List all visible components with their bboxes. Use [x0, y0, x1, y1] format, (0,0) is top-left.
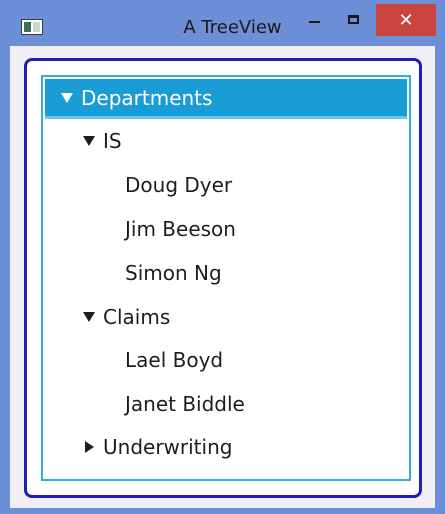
close-icon: ✕ — [398, 9, 414, 31]
expanded-arrow-icon[interactable] — [83, 312, 95, 322]
tree-node-janet-biddle[interactable]: Janet Biddle — [43, 384, 409, 424]
tree-node-label: Jim Beeson — [125, 217, 236, 241]
tree-node-label: Simon Ng — [125, 261, 222, 285]
tree-node-label: Departments — [81, 85, 213, 110]
tree-node-label: Underwriting — [103, 435, 233, 459]
tree-node-simon-ng[interactable]: Simon Ng — [43, 253, 409, 293]
outer-border-frame: Departments IS Doug Dyer Jim Beeson Simo… — [24, 58, 422, 498]
expanded-arrow-icon[interactable] — [61, 92, 73, 103]
tree-view[interactable]: Departments IS Doug Dyer Jim Beeson Simo… — [41, 75, 411, 481]
tree-node-jim-beeson[interactable]: Jim Beeson — [43, 209, 409, 249]
tree-node-claims[interactable]: Claims — [43, 297, 409, 337]
tree-node-label: Doug Dyer — [125, 173, 233, 197]
window-client-area: Departments IS Doug Dyer Jim Beeson Simo… — [10, 46, 435, 508]
close-button[interactable]: ✕ — [376, 4, 436, 36]
maximize-button[interactable] — [335, 4, 371, 34]
tree-node-doug-dyer[interactable]: Doug Dyer — [43, 165, 409, 205]
minimize-icon — [308, 21, 320, 23]
minimize-button[interactable] — [297, 4, 331, 34]
tree-node-underwriting[interactable]: Underwriting — [43, 427, 409, 467]
title-bar[interactable]: A TreeView ✕ — [0, 0, 445, 46]
maximize-icon — [347, 14, 359, 24]
tree-node-label: IS — [103, 129, 122, 153]
tree-node-is[interactable]: IS — [43, 121, 409, 161]
expanded-arrow-icon[interactable] — [83, 136, 95, 146]
app-window: A TreeView ✕ Departments IS Doug Dyer Ji… — [0, 0, 445, 514]
tree-node-departments[interactable]: Departments — [45, 79, 407, 119]
tree-node-label: Lael Boyd — [125, 348, 224, 372]
tree-node-label: Janet Biddle — [125, 392, 245, 416]
tree-node-label: Claims — [103, 305, 171, 329]
collapsed-arrow-icon[interactable] — [85, 441, 94, 453]
tree-node-lael-boyd[interactable]: Lael Boyd — [43, 340, 409, 380]
